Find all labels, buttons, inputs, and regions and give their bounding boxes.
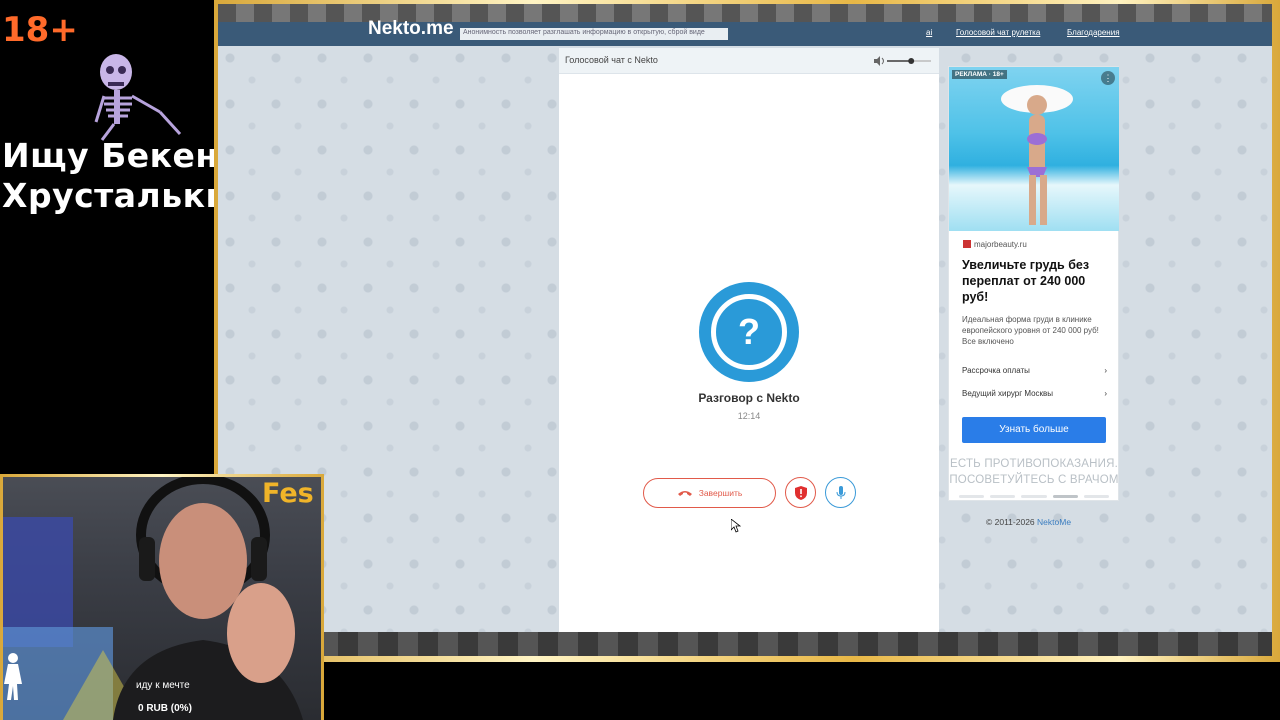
figure-silhouette-icon	[4, 653, 22, 700]
ad-domain-text: majorbeauty.ru	[974, 240, 1027, 249]
advertisement-block[interactable]: РЕКЛАМА · 18+ ⋮ majorbeauty.ru Увеличьте…	[948, 66, 1119, 501]
voice-chat-panel: Голосовой чат с Nekto ? Разговор с Nekto…	[559, 48, 939, 632]
ad-carousel-indicators[interactable]	[959, 495, 1110, 498]
browser-capture: Nekto.me Анонимность позволяет разглашат…	[218, 4, 1272, 656]
ad-warning-line2: ПОСОВЕТУЙТЕСЬ С ВРАЧОМ	[949, 474, 1119, 486]
ad-link-installments[interactable]: Рассрочка оплаты ›	[962, 366, 1107, 375]
ad-body-text: Идеальная форма груди в клинике европейс…	[962, 315, 1099, 346]
age-rating-badge: 18+	[2, 10, 78, 50]
chat-title: Голосовой чат с Nekto	[565, 55, 658, 65]
microphone-icon	[836, 485, 845, 499]
header-tagline: Анонимность позволяет разглашать информа…	[460, 28, 728, 40]
hang-up-icon	[677, 491, 692, 496]
stream-title-line1: Ищу Бекенг	[2, 136, 237, 175]
stream-title-line2: Хрустальки	[2, 176, 230, 215]
microphone-button[interactable]	[825, 477, 856, 508]
streamer-name: Fes	[262, 478, 314, 509]
favicon-icon	[963, 240, 971, 248]
mouse-cursor-icon	[731, 519, 741, 533]
conversation-timer: 12:14	[737, 411, 761, 421]
ad-indicator-active[interactable]	[1052, 495, 1078, 498]
chevron-right-icon: ›	[1104, 366, 1107, 375]
copyright: © 2011-2026 NektoMe	[986, 517, 1071, 527]
header-link-icon[interactable]: ai	[926, 28, 932, 37]
ad-cta-button[interactable]: Узнать больше	[962, 417, 1106, 443]
donation-progress: 0 RUB (0%)	[138, 703, 192, 714]
ad-indicator[interactable]	[1083, 495, 1110, 498]
chat-header: Голосовой чат с Nekto	[559, 48, 939, 74]
end-call-button[interactable]: Завершить	[643, 478, 776, 508]
ad-indicator[interactable]	[990, 495, 1016, 498]
ad-warning: ЕСТЬ ПРОТИВОПОКАЗАНИЯ. ПОСОВЕТУЙТЕСЬ С В…	[949, 456, 1119, 488]
copyright-link[interactable]: NektoMe	[1037, 517, 1071, 527]
ad-label: РЕКЛАМА · 18+	[952, 70, 1007, 79]
more-options-icon[interactable]: ⋮	[1101, 71, 1115, 85]
ad-indicator[interactable]	[1021, 495, 1047, 498]
capture-border-bottom	[218, 632, 1272, 656]
ad-link-label: Рассрочка оплаты	[962, 366, 1030, 375]
end-call-label: Завершить	[698, 488, 743, 498]
site-logo[interactable]: Nekto.me	[368, 18, 454, 40]
conversation-name: Разговор с Nekto	[698, 391, 800, 405]
header-link-voice-roulette[interactable]: Голосовой чат рулетка	[956, 28, 1040, 37]
report-button[interactable]	[785, 477, 816, 508]
ad-photo-illustration	[1001, 85, 1073, 225]
ad-indicator[interactable]	[959, 495, 985, 498]
volume-slider[interactable]	[873, 56, 933, 66]
companion-avatar: ?	[699, 282, 799, 382]
question-mark-icon: ?	[711, 294, 787, 370]
dancing-skeleton-icon	[94, 54, 182, 141]
chevron-right-icon: ›	[1104, 389, 1107, 398]
ad-warning-line1: ЕСТЬ ПРОТИВОПОКАЗАНИЯ.	[949, 458, 1119, 470]
copyright-text: © 2011-2026	[986, 517, 1035, 527]
ad-headline[interactable]: Увеличьте грудь без переплат от 240 000 …	[962, 257, 1112, 305]
ad-link-label: Ведущий хирург Москвы	[962, 389, 1054, 398]
shield-alert-icon	[794, 485, 807, 500]
ad-image[interactable]: РЕКЛАМА · 18+ ⋮	[949, 67, 1119, 231]
ad-domain[interactable]: majorbeauty.ru	[963, 240, 1027, 249]
ad-link-surgeon[interactable]: Ведущий хирург Москвы ›	[962, 389, 1107, 398]
header-link-thanks[interactable]: Благодарения	[1067, 28, 1120, 37]
donation-goal-label: иду к мечте	[136, 680, 190, 691]
